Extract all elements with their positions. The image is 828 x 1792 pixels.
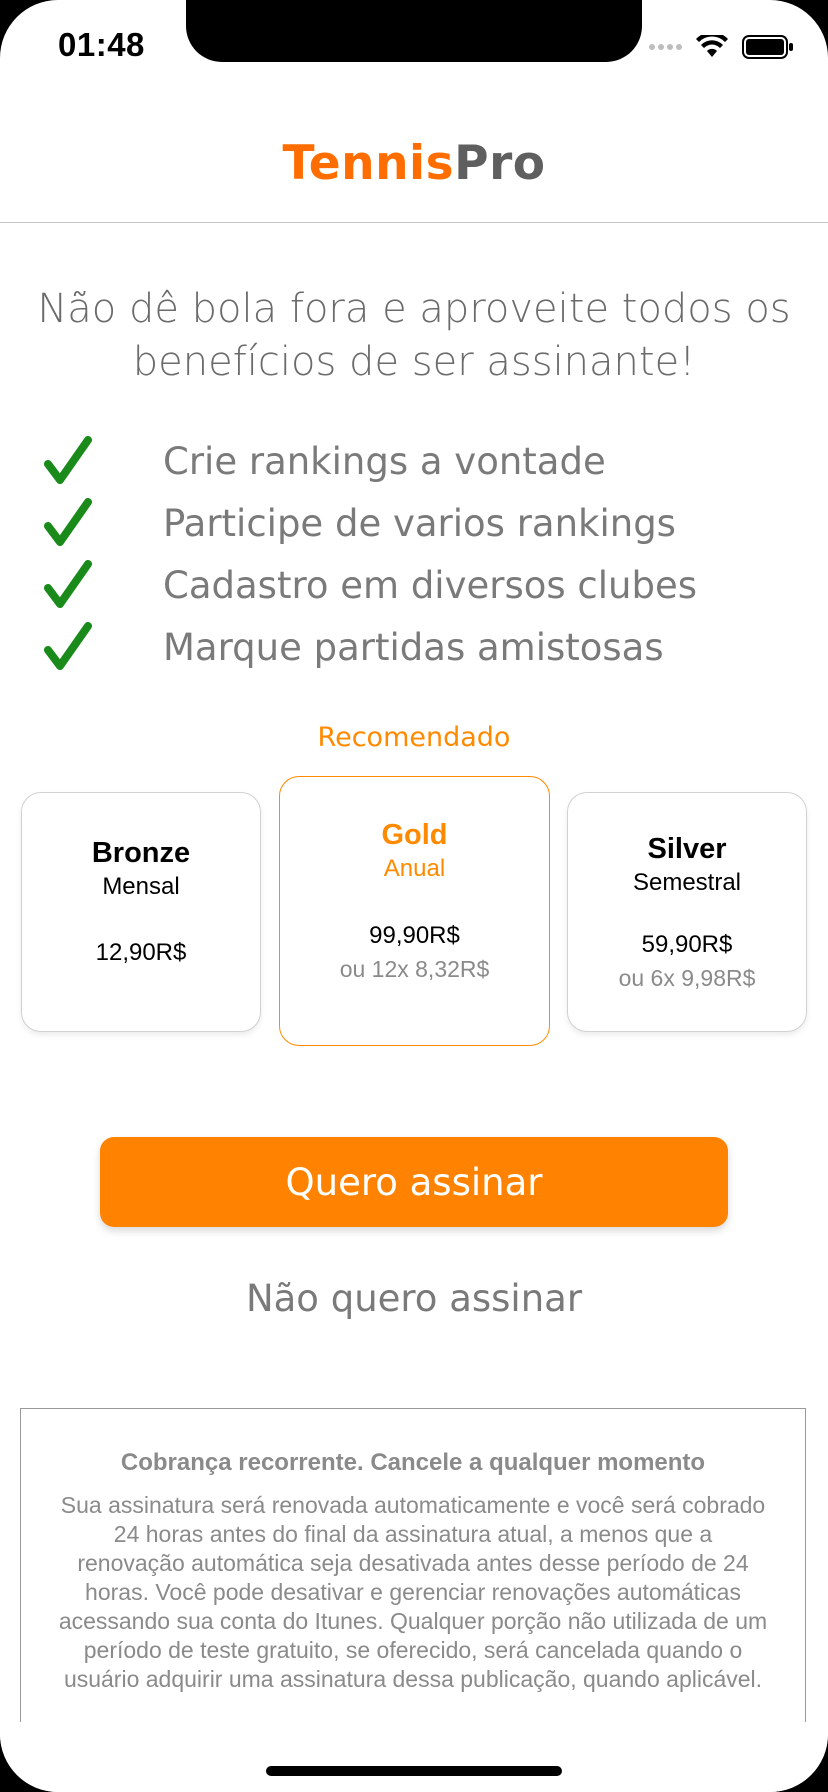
wifi-icon (696, 35, 728, 57)
app-logo: TennisPro (0, 136, 828, 191)
benefit-label: Participe de varios rankings (163, 502, 676, 545)
plan-installments: ou 6x 9,98R$ (618, 965, 756, 991)
plan-card-silver[interactable]: Silver Semestral 59,90R$ ou 6x 9,98R$ (567, 792, 807, 1032)
status-icons (649, 34, 794, 60)
terms-body: Sua assinatura será renovada automaticam… (58, 1492, 768, 1692)
plan-installments: ou 12x 8,32R$ (339, 956, 490, 982)
device-notch (186, 0, 642, 62)
benefit-item: Participe de varios rankings (44, 494, 804, 556)
logo-part-tennis: Tennis (282, 136, 455, 191)
plan-period: Semestral (632, 869, 742, 896)
app-screen: 01:48 TennisPro Não dê bola fora e aprov… (0, 0, 828, 1792)
home-indicator-area (0, 1722, 828, 1792)
plan-card-gold[interactable]: Gold Anual 99,90R$ ou 12x 8,32R$ (279, 776, 550, 1046)
decline-button[interactable]: Não quero assinar (0, 1277, 828, 1320)
status-time: 01:48 (58, 26, 145, 63)
plan-name: Silver (647, 833, 727, 865)
subscribe-button[interactable]: Quero assinar (100, 1137, 728, 1227)
plan-price: 99,90R$ (369, 922, 460, 949)
checkmark-icon (44, 498, 92, 546)
plan-price: 59,90R$ (641, 931, 733, 958)
plan-name: Gold (381, 819, 448, 851)
benefit-item: Cadastro em diversos clubes (44, 556, 804, 618)
plan-period: Mensal (102, 873, 180, 900)
checkmark-icon (44, 622, 92, 670)
cellular-signal-icon (649, 44, 682, 50)
page-headline: Não dê bola fora e aproveite todos os be… (37, 286, 791, 385)
app-header: TennisPro (0, 100, 828, 223)
logo-part-pro: Pro (454, 136, 546, 191)
benefit-item: Marque partidas amistosas (44, 618, 804, 680)
recommended-label: Recomendado (317, 722, 511, 753)
plan-name: Bronze (91, 837, 191, 869)
plan-price: 12,90R$ (95, 939, 187, 966)
checkmark-icon (44, 436, 92, 484)
benefit-label: Marque partidas amistosas (163, 626, 664, 669)
benefit-label: Crie rankings a vontade (163, 440, 606, 483)
terms-title: Cobrança recorrente. Cancele a qualquer … (120, 1449, 706, 1476)
checkmark-icon (44, 560, 92, 608)
battery-icon (742, 35, 793, 59)
home-indicator[interactable] (266, 1766, 562, 1776)
benefits-list: Crie rankings a vontade Participe de var… (44, 432, 804, 680)
plan-period: Anual (383, 855, 446, 882)
plan-card-bronze[interactable]: Bronze Mensal 12,90R$ (21, 792, 261, 1032)
benefit-label: Cadastro em diversos clubes (163, 564, 698, 607)
benefit-item: Crie rankings a vontade (44, 432, 804, 494)
